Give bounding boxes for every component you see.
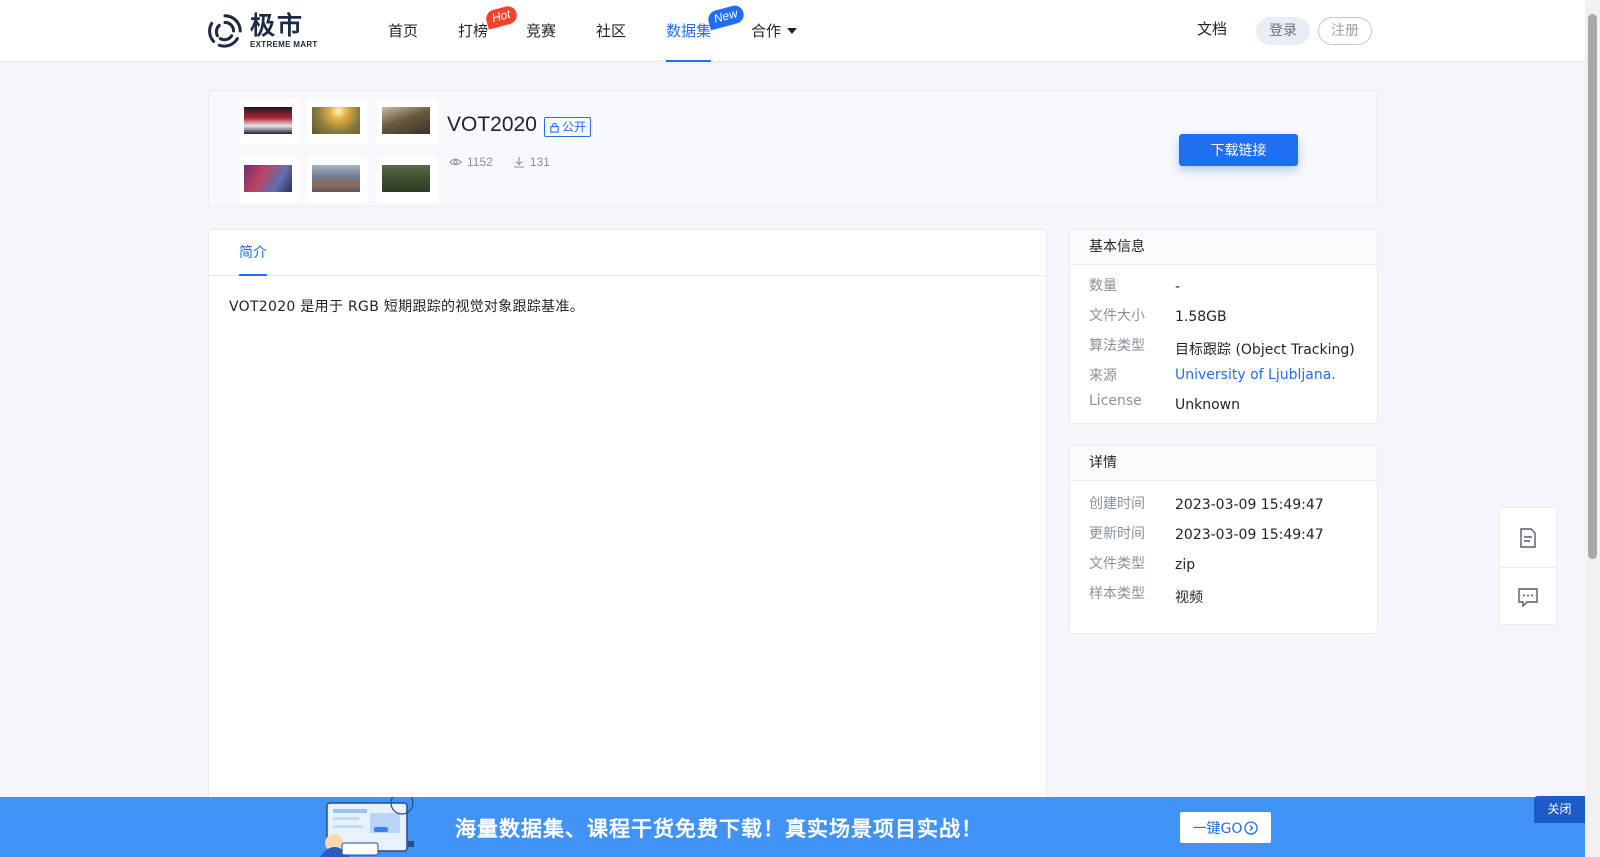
detail-key: 样本类型 xyxy=(1089,586,1145,602)
scrollbar-thumb[interactable] xyxy=(1588,14,1597,559)
docs-link[interactable]: 文档 xyxy=(1197,18,1227,39)
banner-close-button[interactable]: 关闭 xyxy=(1534,796,1585,823)
detail-key: 创建时间 xyxy=(1089,496,1145,512)
nav-leaderboard-label: 打榜 xyxy=(458,22,489,40)
details-panel: 详情 创建时间 2023-03-09 15:49:47 更新时间 2023-03… xyxy=(1069,445,1378,634)
chat-icon xyxy=(1518,587,1538,607)
document-tool-button[interactable] xyxy=(1500,508,1556,567)
register-button[interactable]: 注册 xyxy=(1318,17,1372,45)
top-header: 极市 EXTREME MART 首页 打榜 Hot 竞赛 社区 数据集 New … xyxy=(0,0,1585,62)
visibility-label: 公开 xyxy=(562,120,587,134)
info-value: Unknown xyxy=(1175,397,1240,413)
thumbnail[interactable] xyxy=(307,99,367,145)
thumbnail[interactable] xyxy=(239,157,299,203)
nav-community[interactable]: 社区 xyxy=(596,0,626,62)
info-key: License xyxy=(1089,393,1142,409)
tab-bar: 简介 xyxy=(209,230,1046,276)
basic-info-panel: 基本信息 数量 - 文件大小 1.58GB 算法类型 目标跟踪 (Object … xyxy=(1069,229,1378,424)
info-key: 文件大小 xyxy=(1089,308,1145,324)
tab-intro[interactable]: 简介 xyxy=(239,230,267,276)
thumbnail[interactable] xyxy=(377,99,437,145)
lock-icon xyxy=(550,122,559,133)
info-key: 来源 xyxy=(1089,368,1117,384)
banner-text: 海量数据集、课程干货免费下载！真实场景项目实战！ xyxy=(455,817,983,841)
visibility-tag: 公开 xyxy=(544,117,592,137)
dataset-title: VOT2020 xyxy=(447,113,537,136)
thumbnail[interactable] xyxy=(239,99,299,145)
logo-en: EXTREME MART xyxy=(250,40,318,49)
info-key: 数量 xyxy=(1089,278,1117,294)
detail-row-sampletype: 样本类型 视频 xyxy=(1070,579,1377,609)
eye-icon xyxy=(449,158,462,166)
info-value: - xyxy=(1175,279,1181,295)
detail-value: 2023-03-09 15:49:47 xyxy=(1175,527,1324,543)
detail-row-filetype: 文件类型 zip xyxy=(1070,549,1377,579)
nav-leaderboard[interactable]: 打榜 Hot xyxy=(458,0,519,62)
main-nav: 首页 打榜 Hot 竞赛 社区 数据集 New 合作 xyxy=(368,0,798,62)
logo-icon xyxy=(208,14,242,48)
detail-key: 更新时间 xyxy=(1089,526,1145,542)
banner-go-button[interactable]: 一键GO xyxy=(1180,812,1271,843)
thumbnail[interactable] xyxy=(307,157,367,203)
promo-banner: 海量数据集、课程干货免费下载！真实场景项目实战！ 一键GO 关闭 xyxy=(0,796,1585,857)
download-icon xyxy=(513,157,524,168)
intro-text: VOT2020 是用于 RGB 短期跟踪的视觉对象跟踪基准。 xyxy=(229,299,585,315)
downloads-count: 131 xyxy=(529,155,550,169)
nav-home[interactable]: 首页 xyxy=(388,0,418,62)
info-row-algorithm: 算法类型 目标跟踪 (Object Tracking) xyxy=(1070,331,1377,361)
dataset-header-card: VOT2020 公开 1152 131 下载链接 xyxy=(208,90,1377,207)
info-value: 1.58GB xyxy=(1175,309,1227,325)
info-key: 算法类型 xyxy=(1089,338,1145,354)
detail-row-created: 创建时间 2023-03-09 15:49:47 xyxy=(1070,489,1377,519)
nav-datasets-label: 数据集 xyxy=(666,22,712,40)
basic-info-title: 基本信息 xyxy=(1070,230,1377,265)
banner-illustration xyxy=(320,797,414,857)
hot-badge: Hot xyxy=(484,4,519,30)
views-stat: 1152 xyxy=(449,155,493,169)
nav-datasets[interactable]: 数据集 New xyxy=(666,0,746,62)
detail-value: 视频 xyxy=(1175,590,1203,606)
dataset-thumbnails xyxy=(239,99,437,203)
floating-toolbar xyxy=(1499,507,1557,625)
info-row-count: 数量 - xyxy=(1070,271,1377,301)
logo[interactable]: 极市 EXTREME MART xyxy=(206,12,318,50)
dataset-stats: 1152 131 xyxy=(449,155,570,169)
detail-value: 2023-03-09 15:49:47 xyxy=(1175,497,1324,513)
details-title: 详情 xyxy=(1070,446,1377,481)
logo-cn: 极市 xyxy=(250,11,305,40)
go-label: 一键GO xyxy=(1192,820,1243,837)
nav-cooperation-label: 合作 xyxy=(751,22,782,40)
detail-key: 文件类型 xyxy=(1089,556,1145,572)
info-value: 目标跟踪 (Object Tracking) xyxy=(1175,342,1355,358)
info-row-source: 来源 University of Ljubljana. xyxy=(1070,361,1377,389)
login-button[interactable]: 登录 xyxy=(1256,17,1310,45)
feedback-tool-button[interactable] xyxy=(1500,567,1556,626)
arrow-circle-icon xyxy=(1244,820,1259,835)
thumbnail[interactable] xyxy=(377,157,437,203)
views-count: 1152 xyxy=(467,155,493,169)
detail-value: zip xyxy=(1175,557,1196,573)
nav-cooperation[interactable]: 合作 xyxy=(751,0,798,62)
source-link[interactable]: University of Ljubljana. xyxy=(1175,367,1336,383)
detail-row-updated: 更新时间 2023-03-09 15:49:47 xyxy=(1070,519,1377,549)
auth-buttons: 登录 注册 xyxy=(1256,17,1372,45)
downloads-stat: 131 xyxy=(513,155,550,169)
intro-panel: 简介 VOT2020 是用于 RGB 短期跟踪的视觉对象跟踪基准。 xyxy=(208,229,1047,857)
info-row-size: 文件大小 1.58GB xyxy=(1070,301,1377,331)
nav-competition[interactable]: 竞赛 xyxy=(526,0,556,62)
chevron-down-icon xyxy=(787,28,798,34)
download-link-button[interactable]: 下载链接 xyxy=(1179,134,1298,166)
info-row-license: License Unknown xyxy=(1070,389,1377,419)
document-icon xyxy=(1520,527,1536,548)
new-badge: New xyxy=(706,3,746,31)
page-scrollbar[interactable] xyxy=(1585,0,1600,857)
header-actions: 文档 xyxy=(1197,18,1227,39)
